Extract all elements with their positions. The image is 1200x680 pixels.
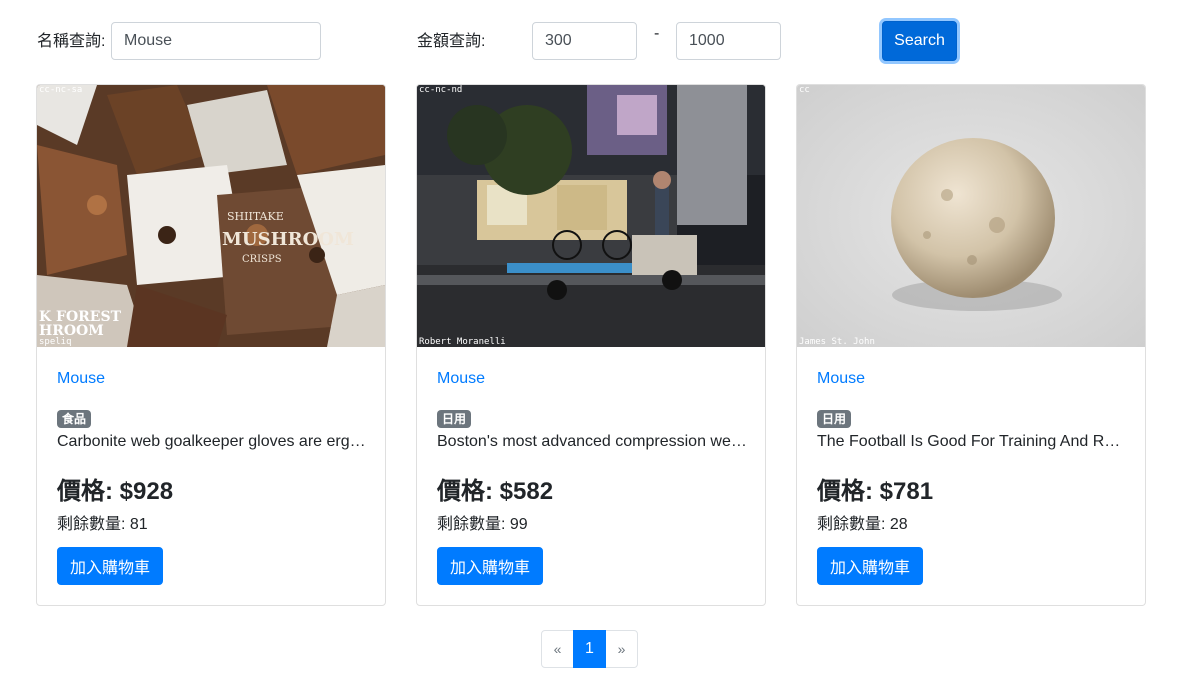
product-price: 價格: $781 <box>817 478 934 505</box>
image-text: CRISPS <box>242 254 282 265</box>
product-title-link[interactable]: Mouse <box>817 370 865 388</box>
amount-search-label: 金額查詢: <box>417 33 486 50</box>
add-to-cart-button[interactable]: 加入購物車 <box>817 547 923 585</box>
image-text: MUSHROOM <box>222 229 354 250</box>
add-to-cart-button[interactable]: 加入購物車 <box>57 547 163 585</box>
product-card: cc-nc-nd Robert Moranelli Mouse 日用 Bosto… <box>416 84 766 606</box>
category-badge: 日用 <box>817 410 852 428</box>
pagination-prev[interactable]: « <box>541 630 574 668</box>
range-separator: - <box>654 25 660 42</box>
product-title-link[interactable]: Mouse <box>437 370 485 388</box>
product-stock: 剩餘數量: 28 <box>817 516 908 533</box>
product-image: cc-nc-nd Robert Moranelli <box>417 85 765 347</box>
product-description: Carbonite web goalkeeper gloves are ergo… <box>57 433 367 450</box>
product-price: 價格: $582 <box>437 478 554 505</box>
product-stock: 剩餘數量: 81 <box>57 516 148 533</box>
pagination: « 1 » <box>541 630 638 668</box>
image-credit: cc <box>799 85 810 95</box>
image-credit: Robert Moranelli <box>419 337 506 347</box>
name-search-label: 名稱查詢: <box>37 33 106 50</box>
product-image: cc James St. John <box>797 85 1145 347</box>
product-stock: 剩餘數量: 99 <box>437 516 528 533</box>
add-to-cart-button[interactable]: 加入購物車 <box>437 547 543 585</box>
max-amount-input[interactable] <box>676 22 781 60</box>
pagination-page-1[interactable]: 1 <box>573 630 606 668</box>
category-badge: 食品 <box>57 410 92 428</box>
product-card: cc James St. John Mouse 日用 The Football … <box>796 84 1146 606</box>
image-credit: James St. John <box>799 337 875 347</box>
product-card: SHIITAKE MUSHROOM CRISPS K FOREST HROOM … <box>36 84 386 606</box>
category-badge: 日用 <box>437 410 472 428</box>
product-description: The Football Is Good For Training And Re… <box>817 433 1127 450</box>
name-search-input[interactable] <box>111 22 321 60</box>
product-description: Boston's most advanced compression wear … <box>437 433 747 450</box>
image-credit: cc-nc-sa <box>39 85 82 95</box>
image-credit: cc-nc-nd <box>419 85 462 95</box>
min-amount-input[interactable] <box>532 22 637 60</box>
product-price: 價格: $928 <box>57 478 174 505</box>
image-credit: speliq <box>39 337 72 347</box>
product-image: SHIITAKE MUSHROOM CRISPS K FOREST HROOM … <box>37 85 385 347</box>
search-bar: 名稱查詢: 金額查詢: - Search <box>0 0 1200 80</box>
product-title-link[interactable]: Mouse <box>57 370 105 388</box>
image-text: SHIITAKE <box>227 210 284 223</box>
pagination-next[interactable]: » <box>605 630 638 668</box>
search-button[interactable]: Search <box>882 21 957 61</box>
